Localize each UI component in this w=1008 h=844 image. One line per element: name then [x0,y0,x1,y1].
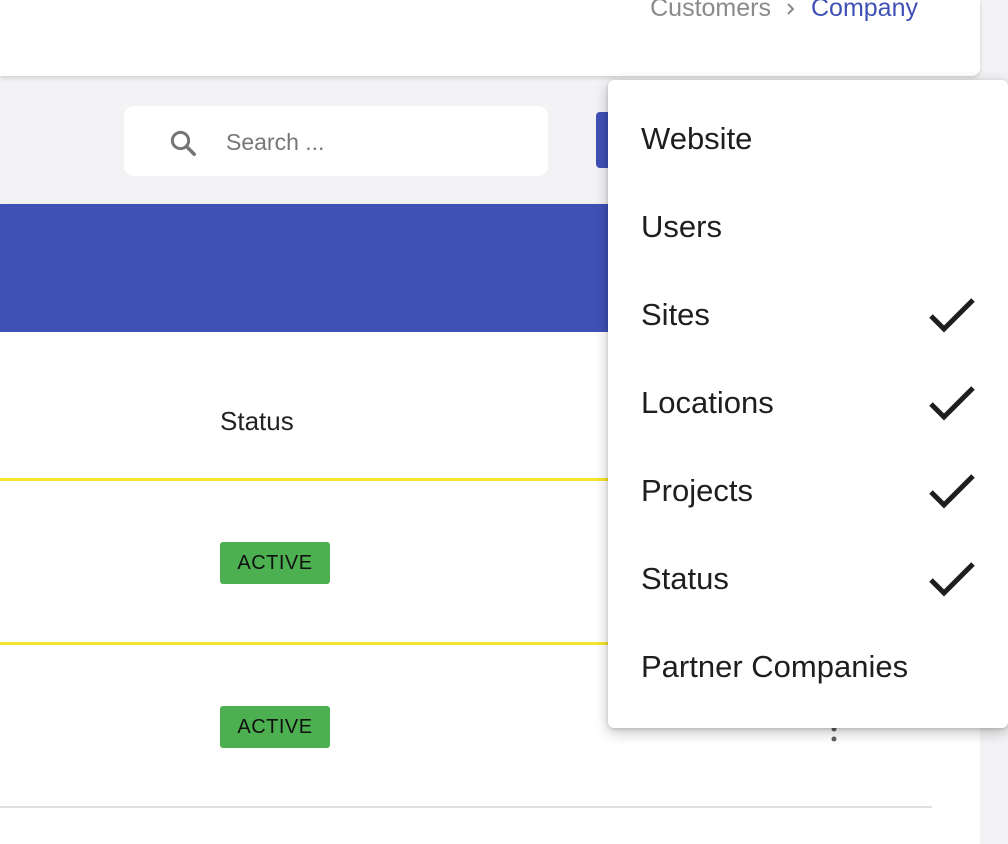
menu-item-label: Sites [641,297,710,332]
menu-item-users[interactable]: Users [608,183,1008,271]
more-vert-icon[interactable] [830,726,838,744]
chevron-right-icon [787,2,795,15]
check-icon [929,474,975,509]
menu-item-label: Status [641,561,729,596]
breadcrumb-company[interactable]: Company [811,0,918,23]
search-icon [170,130,196,156]
menu-item-label: Website [641,121,753,156]
search-box[interactable] [124,106,548,176]
menu-item-sites[interactable]: Sites [608,271,1008,359]
row-highlight-line [0,478,640,481]
status-badge: ACTIVE [220,706,330,748]
menu-item-label: Locations [641,385,774,420]
menu-item-website[interactable]: Website [608,95,1008,183]
row-highlight-line [0,642,640,645]
menu-item-label: Partner Companies [641,649,909,684]
menu-item-locations[interactable]: Locations [608,359,1008,447]
menu-item-label: Projects [641,473,753,508]
top-app-bar: Customers Company [0,0,980,76]
menu-item-label: Users [641,209,722,244]
menu-item-status[interactable]: Status [608,535,1008,623]
column-header-status[interactable]: Status [220,406,294,437]
check-icon [929,386,975,421]
search-input[interactable] [224,124,528,160]
breadcrumb: Customers Company [650,0,918,23]
breadcrumb-customers[interactable]: Customers [650,0,771,23]
column-visibility-menu: Website Users Sites Locations Projects S… [608,80,1008,728]
status-badge: ACTIVE [220,542,330,584]
table-divider [0,806,932,808]
check-icon [929,298,975,333]
menu-item-projects[interactable]: Projects [608,447,1008,535]
table-header-band [0,204,640,332]
menu-item-partner-companies[interactable]: Partner Companies [608,623,1008,711]
check-icon [929,562,975,597]
